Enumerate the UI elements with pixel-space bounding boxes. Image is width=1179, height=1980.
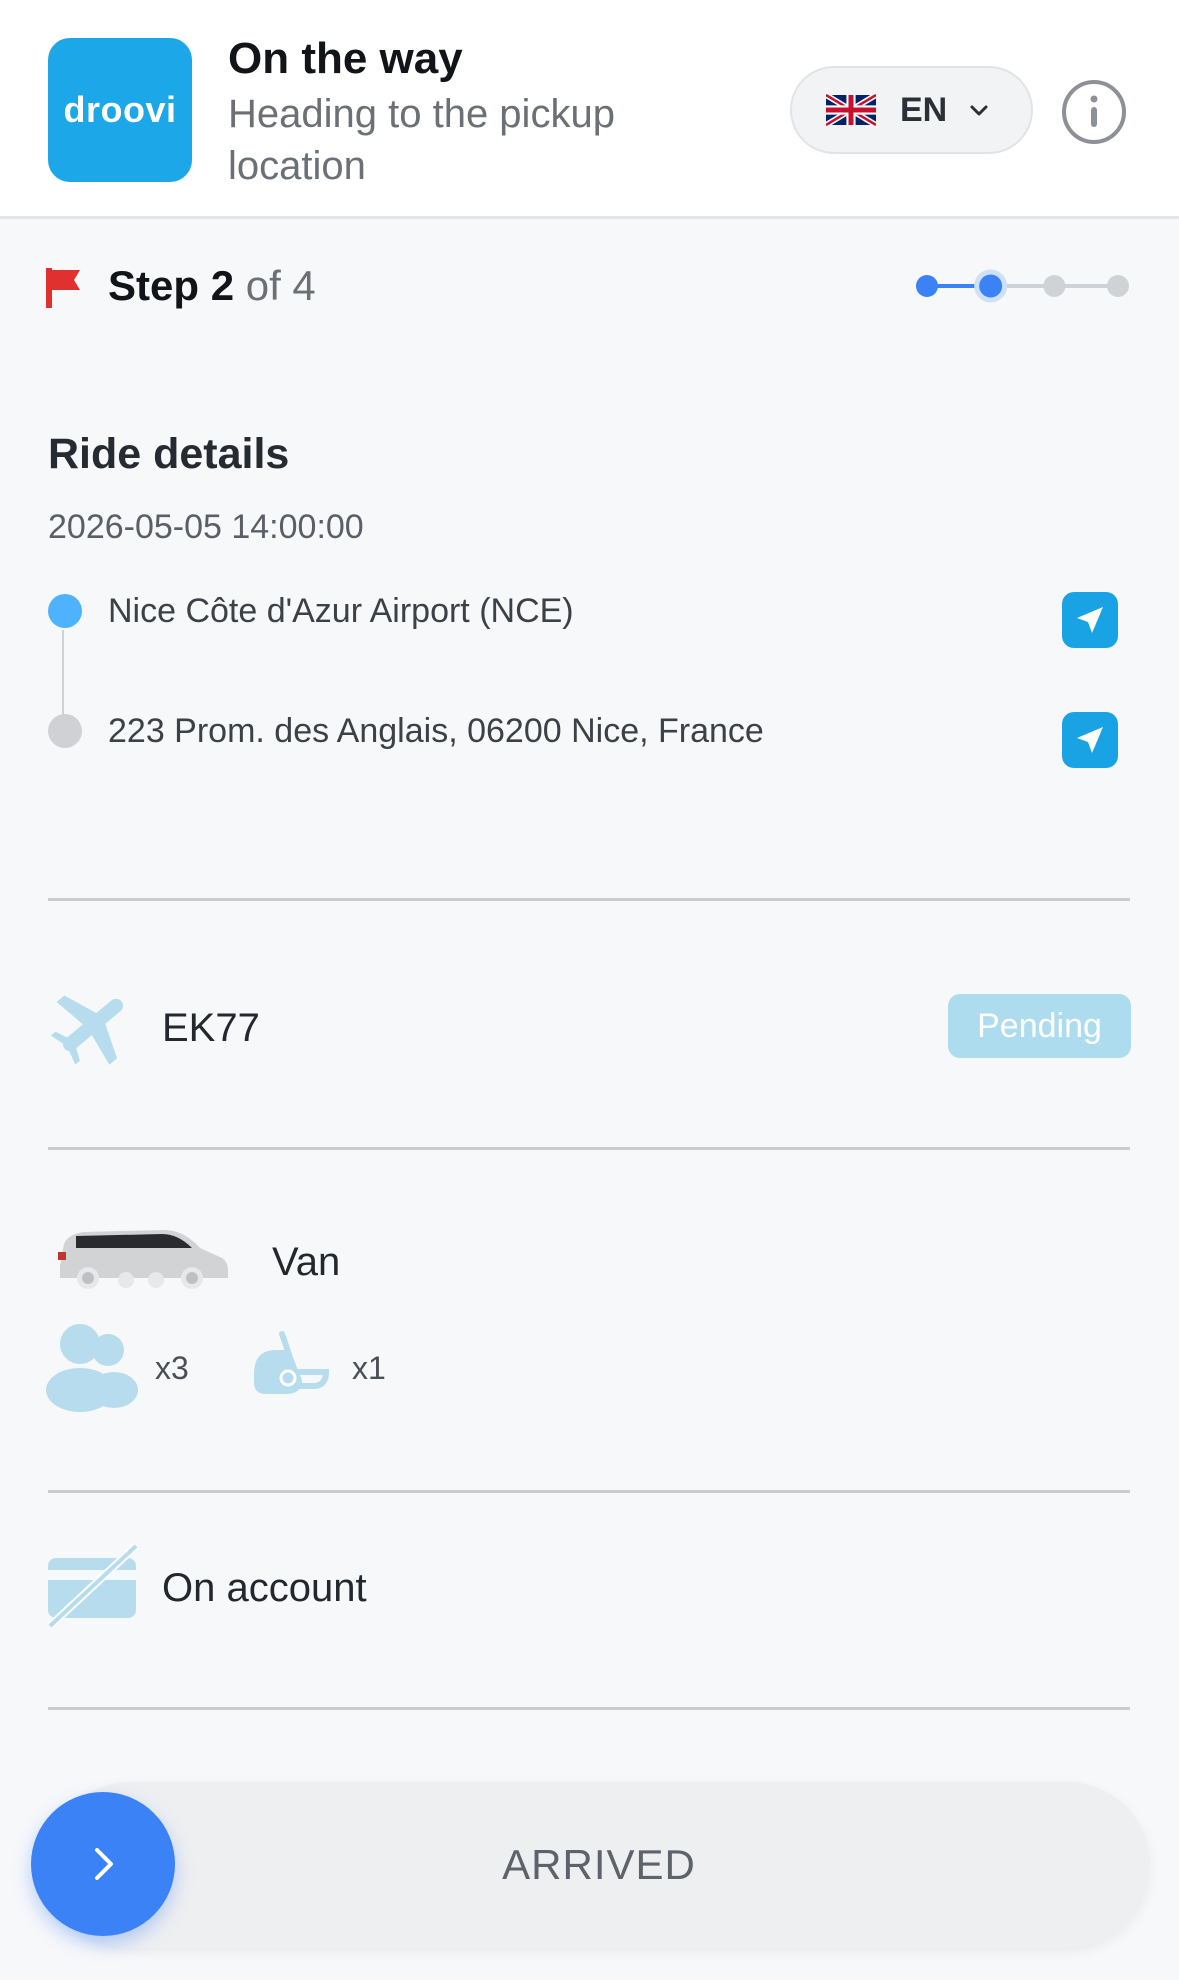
route-line (62, 630, 64, 722)
step-dot-1 (916, 275, 938, 297)
step-dot-4 (1107, 275, 1129, 297)
dropoff-dot (48, 714, 82, 748)
step-current: 2 (210, 262, 235, 309)
divider (48, 1707, 1130, 1710)
page-subtitle: Heading to the pickup location (228, 92, 615, 188)
step-dot-3 (1043, 275, 1066, 297)
pickup-address: Nice Côte d'Azur Airport (NCE) (108, 592, 574, 630)
flight-status-badge: Pending (948, 994, 1131, 1058)
step-total: of 4 (245, 262, 316, 309)
child-seat-icon (254, 1331, 330, 1394)
uk-flag-icon (826, 94, 876, 126)
step-dot-2 (974, 269, 1008, 303)
language-code: EN (900, 90, 948, 129)
payment-method: On account (162, 1566, 367, 1610)
chevron-right-icon (95, 1848, 113, 1880)
divider (48, 898, 1130, 901)
divider (48, 1147, 1130, 1150)
flight-number: EK77 (162, 1006, 260, 1050)
arrived-slider-knob[interactable] (31, 1792, 175, 1936)
step-progress (916, 269, 1129, 303)
red-flag-icon (46, 268, 80, 308)
info-icon[interactable] (1061, 79, 1127, 145)
app-header: droovi On the way Heading to the pickup … (0, 0, 1179, 219)
page-title: On the way (228, 34, 463, 83)
navigate-pickup-button[interactable] (1062, 592, 1118, 648)
vehicle-type: Van (272, 1240, 341, 1284)
step-indicator-text: Step 2 of 4 (108, 262, 316, 310)
van-icon (58, 1230, 228, 1289)
ride-details-heading: Ride details (48, 430, 290, 478)
logo-text: droovi (63, 89, 177, 130)
step-label: Step (108, 262, 200, 309)
child-seat-count: x1 (352, 1350, 386, 1386)
pickup-dot (48, 594, 82, 628)
navigate-dropoff-button[interactable] (1062, 712, 1118, 768)
no-card-icon (47, 1543, 139, 1629)
chevron-down-icon (970, 105, 988, 116)
passengers-icon (46, 1324, 138, 1412)
droovi-logo: droovi (48, 38, 192, 182)
passenger-count: x3 (155, 1350, 189, 1386)
ride-datetime: 2026-05-05 14:00:00 (48, 508, 364, 546)
dropoff-address: 223 Prom. des Anglais, 06200 Nice, Franc… (108, 712, 764, 750)
airplane-icon (50, 995, 123, 1065)
arrived-label: ARRIVED (502, 1841, 696, 1888)
navigation-arrow-icon (1077, 607, 1103, 633)
navigation-arrow-icon (1077, 727, 1103, 753)
divider (48, 1490, 1130, 1493)
language-selector[interactable]: EN (790, 66, 1033, 154)
